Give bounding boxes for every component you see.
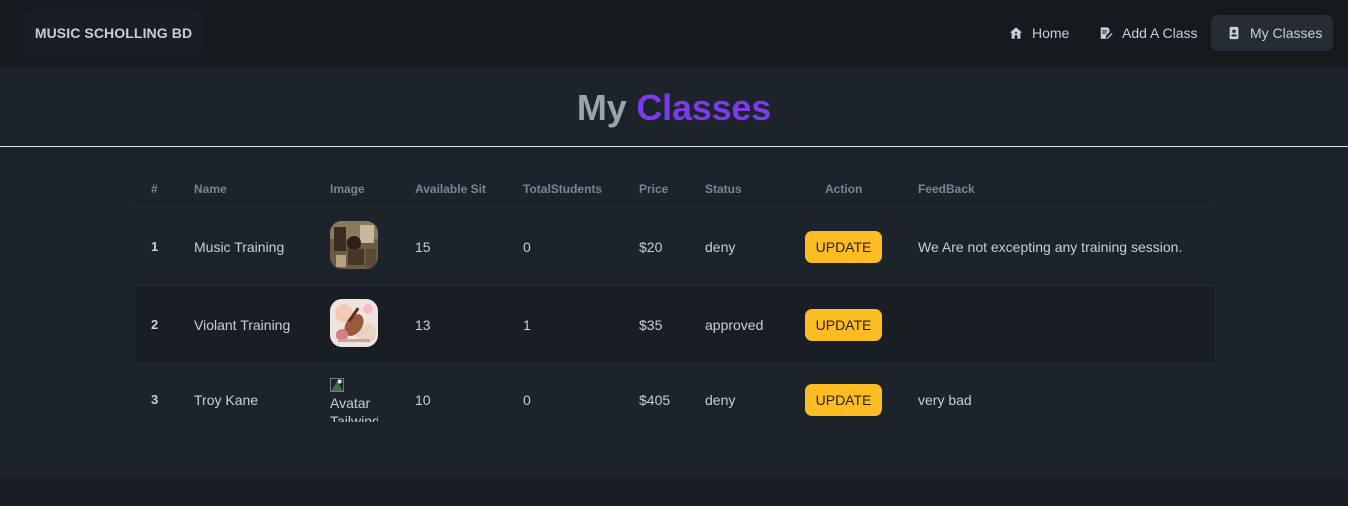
nav-item-my-classes[interactable]: My Classes <box>1211 15 1333 51</box>
nav-item-label: Add A Class <box>1122 25 1198 41</box>
page-title-part2: Classes <box>636 87 772 128</box>
update-button[interactable]: UPDATE <box>805 384 882 416</box>
total-students: 0 <box>523 239 531 255</box>
class-status: deny <box>705 239 736 255</box>
update-button[interactable]: UPDATE <box>805 309 882 341</box>
column-header: Price <box>639 182 669 196</box>
nav-item-label: Home <box>1032 25 1070 41</box>
class-image <box>330 299 378 347</box>
nav-item-label: My Classes <box>1250 25 1323 41</box>
music-training-thumbnail <box>330 221 378 269</box>
table-row: 1 Music Training 15 0 $20 deny UPDATE We… <box>135 208 1214 286</box>
nav-item-add-class[interactable]: Add A Class <box>1090 15 1206 51</box>
row-index: 3 <box>151 392 159 407</box>
class-name: Violant Training <box>194 317 291 333</box>
column-header: Status <box>705 182 742 196</box>
class-feedback: very bad <box>918 392 972 408</box>
column-header: FeedBack <box>918 182 975 196</box>
top-navbar: MUSIC SCHOLLING BD Home Add A Class My C… <box>0 0 1348 67</box>
column-header: Available Sit <box>415 182 486 196</box>
column-header: Action <box>825 182 863 196</box>
available-seats: 13 <box>415 317 431 333</box>
footer-band <box>0 477 1348 506</box>
class-name: Troy Kane <box>194 392 259 408</box>
class-image <box>330 221 378 269</box>
total-students: 1 <box>523 317 531 333</box>
column-header: TotalStudents <box>523 182 603 196</box>
table-row: 2 Violant Training 13 1 $35 approved UPD… <box>135 286 1214 364</box>
column-header: Image <box>330 182 365 196</box>
page-title: My Classes <box>0 87 1348 129</box>
classes-table: # Name Image Available Sit TotalStudents… <box>135 168 1214 436</box>
row-index: 2 <box>151 317 159 332</box>
class-price: $405 <box>639 392 671 408</box>
contact-card-icon <box>1229 26 1239 40</box>
class-price: $20 <box>639 239 663 255</box>
table-header: # Name Image Available Sit TotalStudents… <box>135 168 1214 208</box>
table-row: 3 Troy Kane Avatar Tailwind 10 0 $405 de… <box>135 364 1214 436</box>
row-index: 1 <box>151 239 159 254</box>
title-divider <box>0 146 1348 147</box>
available-seats: 15 <box>415 239 431 255</box>
class-image-broken: Avatar Tailwind <box>330 376 378 422</box>
broken-image-icon <box>330 378 344 392</box>
image-alt-text: Avatar Tailwind <box>330 395 378 422</box>
total-students: 0 <box>523 392 531 408</box>
violin-training-thumbnail <box>330 299 378 347</box>
edit-document-icon <box>1100 27 1113 39</box>
home-icon <box>1009 27 1023 39</box>
update-button[interactable]: UPDATE <box>805 231 882 263</box>
class-price: $35 <box>639 317 663 333</box>
column-header: Name <box>194 182 227 196</box>
class-status: approved <box>705 317 764 333</box>
class-name: Music Training <box>194 239 285 255</box>
brand-logo[interactable]: MUSIC SCHOLLING BD <box>24 10 203 56</box>
page-title-part1: My <box>576 87 627 128</box>
available-seats: 10 <box>415 392 431 408</box>
class-status: deny <box>705 392 736 408</box>
column-header: # <box>151 182 158 196</box>
nav-item-home[interactable]: Home <box>1000 15 1080 51</box>
class-feedback: We Are not excepting any training sessio… <box>918 239 1183 255</box>
